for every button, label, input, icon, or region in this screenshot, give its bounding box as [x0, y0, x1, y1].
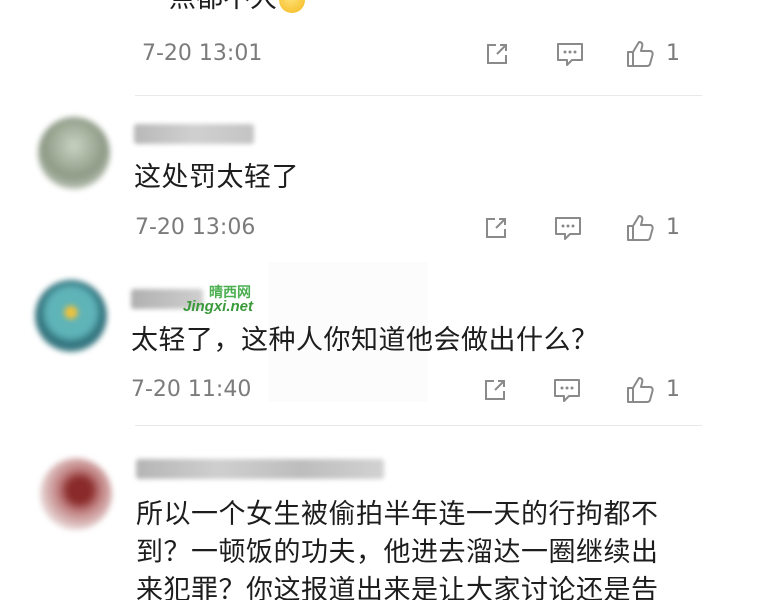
thumbs-up-icon[interactable] — [625, 375, 655, 405]
comment-list: 一点都不大 7-20 13:01 1 这处罚太轻了 7-20 13:06 1 — [0, 0, 761, 600]
comment-icon[interactable] — [553, 213, 583, 243]
watermark-en: Jingxi.net — [183, 298, 254, 315]
share-icon[interactable] — [480, 375, 510, 405]
share-icon[interactable] — [481, 213, 511, 243]
comment-2-text: 这处罚太轻了 — [134, 162, 299, 193]
comment-3-time: 7-20 11:40 — [131, 377, 252, 402]
divider — [135, 95, 702, 96]
comment-4-line: 来犯罪？你这报道出来是让大家讨论还是告 — [136, 575, 659, 600]
comment-icon[interactable] — [555, 39, 585, 69]
comment-4-line: 到？一顿饭的功夫，他进去溜达一圈继续出 — [136, 537, 659, 568]
username[interactable] — [134, 124, 254, 144]
username[interactable] — [136, 459, 384, 479]
thumbs-up-icon[interactable] — [625, 213, 655, 243]
comment-3-text: 太轻了，这种人你知道他会做出什么？ — [131, 325, 599, 356]
share-icon[interactable] — [482, 39, 512, 69]
comment-2-meta: 7-20 13:06 1 — [135, 213, 695, 243]
like-count: 1 — [666, 215, 680, 240]
comment-1-text: 一点都不大 — [142, 0, 305, 16]
like-count: 1 — [666, 41, 680, 66]
comment-3-meta: 7-20 11:40 1 — [131, 375, 691, 405]
like-count: 1 — [666, 377, 680, 402]
thumbs-up-icon[interactable] — [625, 39, 655, 69]
comment-4-text: 所以一个女生被偷拍半年连一天的行拘都不 到？一顿饭的功夫，他进去溜达一圈继续出 … — [136, 496, 659, 600]
avatar[interactable] — [40, 458, 112, 530]
avatar[interactable] — [35, 280, 107, 352]
avatar[interactable] — [38, 117, 110, 189]
watermark: 晴西网 Jingxi.net — [183, 285, 253, 314]
comment-4-line: 所以一个女生被偷拍半年连一天的行拘都不 — [136, 499, 659, 530]
comment-1-meta: 7-20 13:01 1 — [142, 39, 702, 69]
comment-1-time: 7-20 13:01 — [142, 41, 263, 66]
comment-2-time: 7-20 13:06 — [135, 215, 256, 240]
watermark-cn: 晴西网 — [209, 284, 251, 300]
divider — [135, 425, 702, 426]
smile-emoji-icon — [279, 0, 305, 13]
comment-icon[interactable] — [552, 375, 582, 405]
